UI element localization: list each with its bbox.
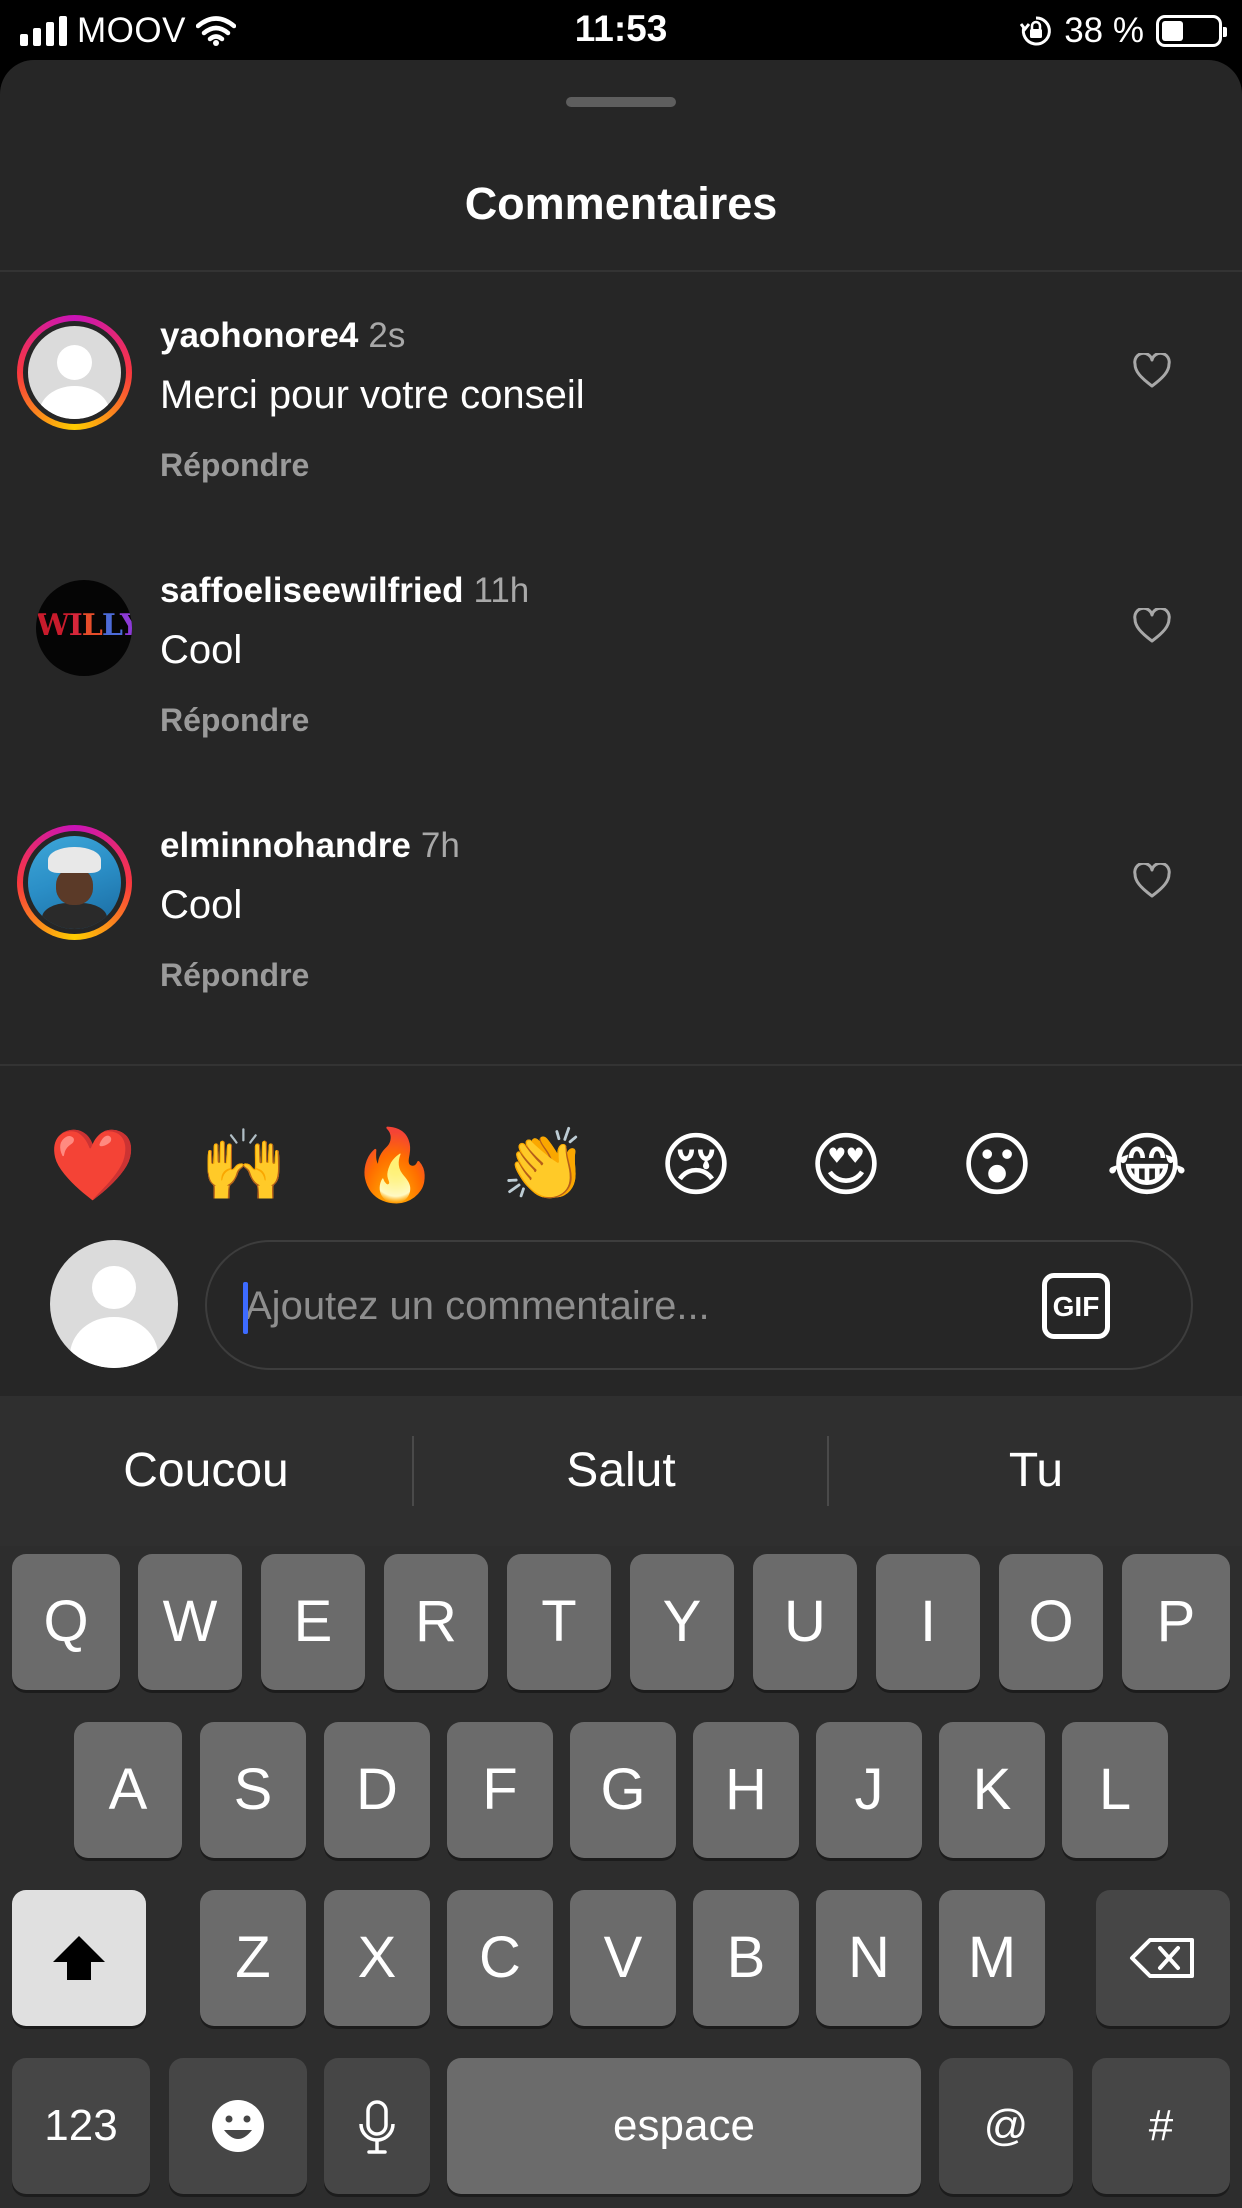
- smiley-icon: [212, 2100, 264, 2152]
- predictive-bar: Coucou Salut Tu: [0, 1396, 1242, 1546]
- divider: [827, 1436, 829, 1506]
- key-j[interactable]: J: [816, 1722, 922, 1858]
- shift-key[interactable]: [12, 1890, 146, 2026]
- comments-sheet: Commentaires yaohonore4 2s Merci pour vot…: [0, 60, 1242, 1396]
- divider: [0, 1064, 1242, 1066]
- key-u[interactable]: U: [753, 1554, 857, 1690]
- key-z[interactable]: Z: [200, 1890, 306, 2026]
- comment-item: elminnohandre 7h Cool Répondre: [0, 825, 1242, 1080]
- sheet-title: Commentaires: [464, 178, 778, 229]
- key-w[interactable]: W: [138, 1554, 242, 1690]
- key-n[interactable]: N: [816, 1890, 922, 2026]
- comment-item: yaohonore4 2s Merci pour votre conseil Ré…: [0, 315, 1242, 570]
- divider: [0, 270, 1242, 272]
- comment-time: 11h: [473, 571, 530, 610]
- key-s[interactable]: S: [200, 1722, 306, 1858]
- emoji-key[interactable]: [169, 2058, 307, 2194]
- emoji-heart[interactable]: ❤️: [48, 1120, 138, 1210]
- key-e[interactable]: E: [261, 1554, 365, 1690]
- key-b[interactable]: B: [693, 1890, 799, 2026]
- text-cursor: [243, 1282, 248, 1334]
- sheet-grabber[interactable]: [566, 97, 676, 107]
- avatar-logo: WILLY: [36, 608, 132, 643]
- heart-icon[interactable]: [1132, 353, 1172, 389]
- reply-button[interactable]: Répondre: [160, 955, 1060, 995]
- backspace-icon: [1130, 1938, 1194, 1978]
- reply-button[interactable]: Répondre: [160, 445, 1060, 485]
- delete-key[interactable]: [1096, 1890, 1230, 2026]
- space-key[interactable]: espace: [447, 2058, 921, 2194]
- battery-icon: [1156, 15, 1227, 47]
- emoji-laughing[interactable]: 😂: [1102, 1120, 1192, 1210]
- key-t[interactable]: T: [507, 1554, 611, 1690]
- rotation-lock-icon: [1020, 16, 1052, 46]
- gif-button[interactable]: GIF: [1042, 1273, 1110, 1339]
- comment-username[interactable]: elminnohandre: [160, 826, 411, 865]
- emoji-surprised[interactable]: 😮: [952, 1120, 1042, 1210]
- emoji-heart-eyes[interactable]: 😍: [801, 1120, 891, 1210]
- comment-time: 2s: [368, 316, 406, 355]
- hash-key[interactable]: #: [1092, 2058, 1230, 2194]
- key-m[interactable]: M: [939, 1890, 1045, 2026]
- heart-icon[interactable]: [1132, 863, 1172, 899]
- key-g[interactable]: G: [570, 1722, 676, 1858]
- comment-username[interactable]: saffoeliseewilfried: [160, 571, 463, 610]
- numbers-key[interactable]: 123: [12, 2058, 150, 2194]
- key-a[interactable]: A: [74, 1722, 182, 1858]
- key-o[interactable]: O: [999, 1554, 1103, 1690]
- my-avatar: [50, 1240, 178, 1368]
- comment-item: WILLY saffoeliseewilfried 11h Cool Répond…: [0, 570, 1242, 825]
- reply-button[interactable]: Répondre: [160, 700, 1060, 740]
- comment-placeholder: Ajoutez un commentaire...: [245, 1284, 710, 1328]
- key-d[interactable]: D: [324, 1722, 430, 1858]
- comment-time: 7h: [420, 826, 460, 865]
- heart-icon[interactable]: [1132, 608, 1172, 644]
- key-q[interactable]: Q: [12, 1554, 120, 1690]
- suggestion[interactable]: Tu: [830, 1396, 1242, 1546]
- keyboard: Coucou Salut Tu Q W E R T Y U I O P A S …: [0, 1396, 1242, 2208]
- suggestion[interactable]: Salut: [415, 1396, 827, 1546]
- shift-arrow-icon: [53, 1936, 105, 1980]
- default-avatar-icon: [28, 326, 121, 419]
- comment-text: Merci pour votre conseil: [160, 373, 585, 417]
- comment-composer: Ajoutez un commentaire... GIF: [0, 1240, 1242, 1390]
- comment-input[interactable]: Ajoutez un commentaire... GIF: [205, 1240, 1193, 1370]
- avatar[interactable]: [17, 825, 132, 940]
- key-l[interactable]: L: [1062, 1722, 1168, 1858]
- key-i[interactable]: I: [876, 1554, 980, 1690]
- emoji-raised-hands[interactable]: 🙌: [199, 1120, 289, 1210]
- divider: [412, 1436, 414, 1506]
- key-c[interactable]: C: [447, 1890, 553, 2026]
- key-v[interactable]: V: [570, 1890, 676, 2026]
- key-f[interactable]: F: [447, 1722, 553, 1858]
- key-x[interactable]: X: [324, 1890, 430, 2026]
- status-bar: MOOV 11:53 38 %: [0, 0, 1242, 62]
- dictation-key[interactable]: [324, 2058, 430, 2194]
- microphone-icon: [359, 2100, 395, 2154]
- key-h[interactable]: H: [693, 1722, 799, 1858]
- key-r[interactable]: R: [384, 1554, 488, 1690]
- emoji-fire[interactable]: 🔥: [350, 1120, 440, 1210]
- comment-text: Cool: [160, 628, 243, 672]
- suggestion[interactable]: Coucou: [0, 1396, 412, 1546]
- at-key[interactable]: @: [939, 2058, 1073, 2194]
- key-k[interactable]: K: [939, 1722, 1045, 1858]
- emoji-crying[interactable]: 😢: [651, 1120, 741, 1210]
- battery-percent: 38 %: [1064, 11, 1144, 50]
- key-p[interactable]: P: [1122, 1554, 1230, 1690]
- key-y[interactable]: Y: [630, 1554, 734, 1690]
- avatar[interactable]: WILLY: [36, 580, 132, 676]
- emoji-clap[interactable]: 👏: [500, 1120, 590, 1210]
- comment-username[interactable]: yaohonore4: [160, 316, 358, 355]
- emoji-bar: ❤️ 🙌 🔥 👏 😢 😍 😮 😂: [0, 1120, 1242, 1210]
- profile-photo: [28, 836, 121, 929]
- comment-text: Cool: [160, 883, 243, 927]
- avatar[interactable]: [17, 315, 132, 430]
